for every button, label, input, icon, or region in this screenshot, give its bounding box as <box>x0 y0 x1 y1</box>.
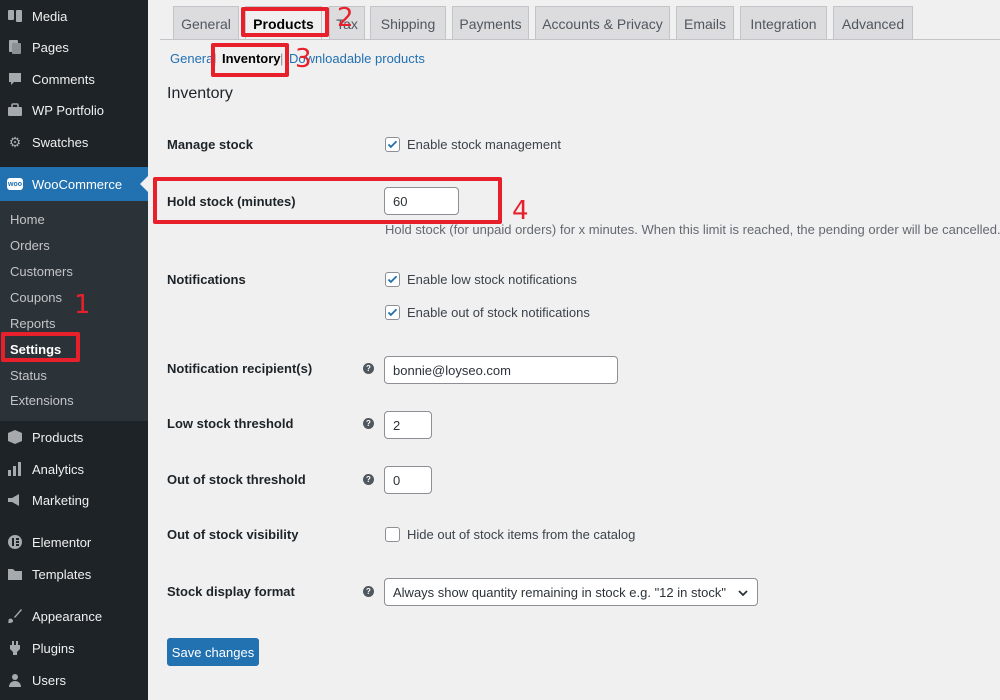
tab-shipping[interactable]: Shipping <box>370 6 446 40</box>
menu-woocommerce-label: WooCommerce <box>32 176 123 192</box>
annotation-number-4: 4 <box>512 196 529 226</box>
save-changes-button[interactable]: Save changes <box>167 638 259 666</box>
menu-products[interactable]: Products <box>0 423 148 451</box>
plugin-icon <box>7 640 23 656</box>
menu-users-label: Users <box>32 672 66 688</box>
manage-stock-checkbox-label: Enable stock management <box>407 137 561 152</box>
help-icon[interactable]: ? <box>363 418 374 429</box>
low-stock-threshold-label: Low stock threshold <box>167 416 294 431</box>
menu-wp-portfolio[interactable]: WP Portfolio <box>0 96 148 124</box>
menu-comments[interactable]: Comments <box>0 65 148 93</box>
out-of-stock-notification-checkbox[interactable] <box>385 305 400 320</box>
menu-elementor[interactable]: Elementor <box>0 528 148 556</box>
portfolio-icon <box>7 102 23 118</box>
woocommerce-icon: woo <box>7 176 23 192</box>
folder-icon <box>7 566 23 582</box>
pages-icon <box>7 39 23 55</box>
hold-stock-description: Hold stock (for unpaid orders) for x min… <box>385 222 1000 237</box>
menu-comments-label: Comments <box>32 71 95 87</box>
out-of-stock-notification-label: Enable out of stock notifications <box>407 305 590 320</box>
users-icon <box>7 672 23 688</box>
tab-payments[interactable]: Payments <box>452 6 529 40</box>
annotation-box-inventory <box>211 43 289 77</box>
submenu-status[interactable]: Status <box>10 368 47 383</box>
bar-chart-icon <box>7 461 23 477</box>
stock-display-format-value: Always show quantity remaining in stock … <box>393 584 726 600</box>
menu-pages[interactable]: Pages <box>0 33 148 61</box>
submenu-reports[interactable]: Reports <box>10 316 56 331</box>
submenu-extensions[interactable]: Extensions <box>10 393 74 408</box>
checkmark-icon <box>387 308 398 317</box>
help-icon[interactable]: ? <box>363 474 374 485</box>
stock-display-format-label: Stock display format <box>167 584 295 599</box>
notifications-label: Notifications <box>167 272 246 287</box>
tab-divider <box>160 39 1000 40</box>
menu-media-label: Media <box>32 8 68 24</box>
low-stock-threshold-input[interactable] <box>384 411 432 439</box>
submenu-customers[interactable]: Customers <box>10 264 73 279</box>
tab-integration[interactable]: Integration <box>740 6 827 40</box>
menu-swatches[interactable]: ⚙ Swatches <box>0 128 148 156</box>
current-menu-arrow <box>140 176 148 192</box>
hide-out-of-stock-checkbox[interactable] <box>385 527 400 542</box>
subsection-general[interactable]: General <box>170 51 216 66</box>
menu-users[interactable]: Users <box>0 666 148 694</box>
hide-out-of-stock-label: Hide out of stock items from the catalog <box>407 527 636 542</box>
section-title: Inventory <box>167 85 233 102</box>
menu-pages-label: Pages <box>32 39 69 55</box>
checkmark-icon <box>387 140 398 149</box>
box-icon <box>7 429 23 445</box>
elementor-icon <box>7 534 23 550</box>
annotation-box-settings <box>1 332 80 362</box>
submenu-coupons[interactable]: Coupons <box>10 290 62 305</box>
low-stock-notification-label: Enable low stock notifications <box>407 272 577 287</box>
menu-elementor-label: Elementor <box>32 534 92 550</box>
tab-general[interactable]: General <box>173 6 239 40</box>
notification-recipient-input[interactable] <box>384 356 618 384</box>
menu-marketing-label: Marketing <box>32 492 90 508</box>
help-icon[interactable]: ? <box>363 586 374 597</box>
menu-plugins-label: Plugins <box>32 640 75 656</box>
tab-emails[interactable]: Emails <box>676 6 734 40</box>
menu-media[interactable]: Media <box>0 2 148 30</box>
annotation-box-hold-stock <box>153 177 502 224</box>
low-stock-notification-checkbox[interactable] <box>385 272 400 287</box>
checkmark-icon <box>387 275 398 284</box>
manage-stock-checkbox[interactable] <box>385 137 400 152</box>
submenu-orders[interactable]: Orders <box>10 238 50 253</box>
menu-plugins[interactable]: Plugins <box>0 634 148 662</box>
gear-icon: ⚙ <box>8 133 22 150</box>
menu-swatches-label: Swatches <box>32 134 89 150</box>
annotation-box-products <box>241 7 329 37</box>
menu-marketing[interactable]: Marketing <box>0 486 148 514</box>
media-icon <box>7 8 23 24</box>
out-of-stock-threshold-input[interactable] <box>384 466 432 494</box>
menu-templates[interactable]: Templates <box>0 560 148 588</box>
menu-wp-portfolio-label: WP Portfolio <box>32 102 105 118</box>
manage-stock-label: Manage stock <box>167 137 253 152</box>
tab-advanced[interactable]: Advanced <box>833 6 913 40</box>
menu-appearance-label: Appearance <box>32 608 103 624</box>
out-of-stock-threshold-label: Out of stock threshold <box>167 472 306 487</box>
chevron-down-icon <box>738 590 748 597</box>
submenu-home[interactable]: Home <box>10 212 45 227</box>
stock-display-format-select[interactable]: Always show quantity remaining in stock … <box>384 578 758 606</box>
megaphone-icon <box>7 492 23 508</box>
annotation-number-2: 2 <box>337 3 354 33</box>
menu-woocommerce[interactable]: woo WooCommerce <box>0 167 148 201</box>
out-of-stock-visibility-label: Out of stock visibility <box>167 527 299 542</box>
menu-analytics[interactable]: Analytics <box>0 455 148 483</box>
comments-icon <box>7 71 23 87</box>
annotation-number-3: 3 <box>295 44 312 74</box>
menu-products-label: Products <box>32 429 84 445</box>
annotation-number-1: 1 <box>74 290 91 320</box>
menu-analytics-label: Analytics <box>32 461 85 477</box>
tab-accounts-privacy[interactable]: Accounts & Privacy <box>535 6 670 40</box>
brush-icon <box>7 608 23 624</box>
menu-templates-label: Templates <box>32 566 92 582</box>
menu-appearance[interactable]: Appearance <box>0 602 148 630</box>
notification-recipient-label: Notification recipient(s) <box>167 361 313 376</box>
help-icon[interactable]: ? <box>363 363 374 374</box>
